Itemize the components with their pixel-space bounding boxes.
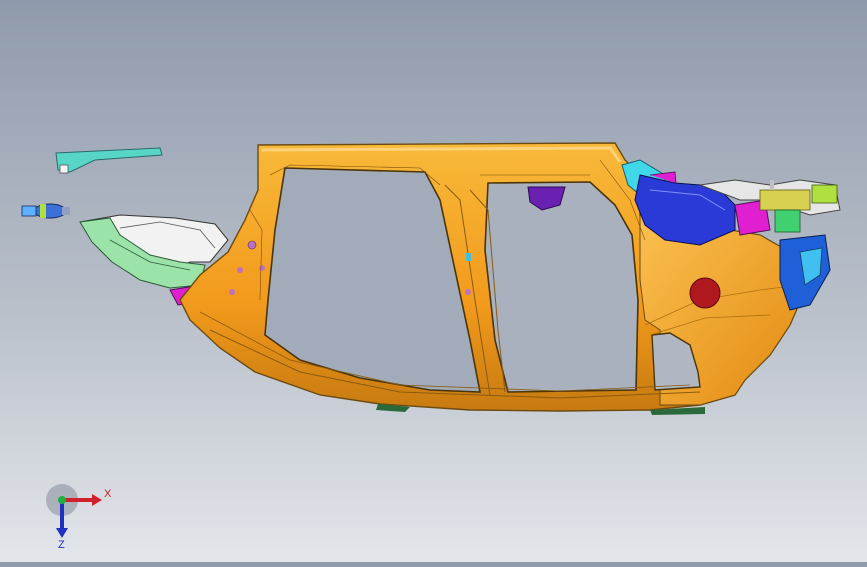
cad-viewport[interactable]: X Z [0, 0, 867, 562]
car-body-side-model[interactable] [0, 0, 867, 562]
x-axis-label: X [104, 488, 112, 500]
detached-bracket-part [55, 147, 163, 174]
detached-sensor-part [21, 203, 70, 219]
coordinate-triad: X Z [46, 484, 112, 550]
z-axis-label: Z [58, 539, 65, 550]
